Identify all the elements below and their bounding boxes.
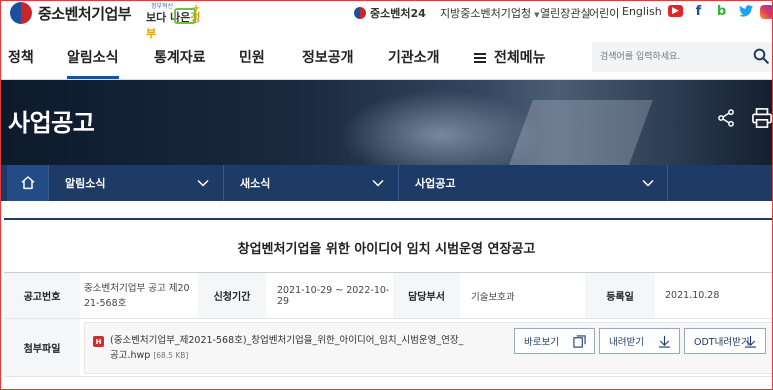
org-name: 중소벤처기업부 <box>38 4 132 23</box>
open-office-link[interactable]: 열린장관실 <box>540 5 591 21</box>
english-link[interactable]: English <box>622 5 662 18</box>
page-title: 사업공고 <box>8 109 95 137</box>
download-icon <box>744 335 757 348</box>
location-depth2-dropdown[interactable]: 새소식 <box>223 165 398 201</box>
region-office-dropdown[interactable]: 지방중소벤처기업청 ▼ <box>440 5 539 21</box>
dept-value: 기술보호과 <box>471 291 515 303</box>
site-logo[interactable]: 중소벤처기업부 <box>10 2 132 24</box>
attachment-file-name[interactable]: (중소벤처기업부_제2021-568호)_창업벤처기업을_위한_아이디어_임치_… <box>110 333 480 363</box>
all-menu-button[interactable]: 전체메뉴 <box>474 47 546 67</box>
page-banner: 사업공고 <box>0 80 773 165</box>
hamburger-icon <box>474 53 486 63</box>
share-icon[interactable] <box>716 108 736 128</box>
search-input[interactable] <box>592 42 742 72</box>
attachment-label: 첨부파일 <box>4 319 80 376</box>
sbiz24-link[interactable]: 중소벤처24 <box>354 5 426 21</box>
notice-no-label: 공고번호 <box>4 273 80 318</box>
download-icon <box>658 335 671 348</box>
twitter-icon[interactable] <box>738 5 753 17</box>
main-navigation: 정책 알림소식 통계자료 민원 정보공개 기관소개 전체메뉴 <box>0 30 773 80</box>
odt-download-button[interactable]: ODT내려받기 <box>684 328 766 354</box>
dept-label: 담당부서 <box>393 273 460 318</box>
reg-date-value: 2021.10.28 <box>665 290 720 301</box>
notice-no-value: 중소벤처기업부 공고 제20 21-568호 <box>84 282 190 309</box>
nav-statistics[interactable]: 통계자료 <box>154 47 206 67</box>
hwp-file-icon: H <box>93 336 104 347</box>
post-title: 창업벤처기업을 위한 아이디어 임치 시범운영 연장공고 <box>237 242 536 257</box>
content-top-divider <box>4 218 773 220</box>
location-bar: 알림소식 새소식 사업공고 <box>0 165 773 201</box>
preview-icon <box>573 335 586 348</box>
info-table-bottom-border <box>4 376 773 377</box>
taegeuk-emblem-icon <box>10 2 32 24</box>
location-depth1-dropdown[interactable]: 알림소식 <box>48 165 223 201</box>
facebook-icon[interactable]: f <box>691 4 706 19</box>
search-icon[interactable] <box>752 47 770 65</box>
chevron-down-icon <box>197 179 209 187</box>
attachment-file-size: [68.5 KB] <box>153 351 189 360</box>
chevron-down-icon <box>372 179 384 187</box>
nav-news[interactable]: 알림소식 <box>67 47 119 79</box>
nav-policy[interactable]: 정책 <box>8 47 34 67</box>
banner-background-image <box>340 90 540 165</box>
home-button[interactable] <box>7 165 48 201</box>
download-button[interactable]: 내려받기 <box>599 328 680 354</box>
instagram-icon[interactable] <box>760 5 773 19</box>
plus-icon: + <box>192 3 201 14</box>
kids-link[interactable]: 어린이 <box>589 5 619 21</box>
nav-info-disclosure[interactable]: 정보공개 <box>302 47 354 67</box>
taegeuk-small-icon <box>354 7 366 19</box>
attachment-box: H (중소벤처기업부_제2021-568호)_창업벤처기업을_위한_아이디어_임… <box>84 322 773 374</box>
home-icon <box>21 176 34 190</box>
search-box <box>592 42 773 72</box>
info-table-divider <box>4 318 773 319</box>
banner-background-document <box>507 100 653 165</box>
nav-about[interactable]: 기관소개 <box>388 47 440 67</box>
caret-down-icon: ▼ <box>534 11 540 19</box>
period-label: 신청기간 <box>198 273 266 318</box>
period-value: 2021-10-29 ~ 2022-10-29 <box>277 284 390 307</box>
gov-innovation-slogan[interactable]: 정부혁신 보다 나은정부 + <box>146 1 202 40</box>
top-header: 중소벤처기업부 정부혁신 보다 나은정부 + 중소벤처24 지방중소벤처기업청 ▼… <box>0 0 773 40</box>
print-icon[interactable] <box>751 108 773 128</box>
youtube-icon[interactable]: ▶ <box>668 5 683 17</box>
preview-button[interactable]: 바로보기 <box>514 328 595 354</box>
reg-date-label: 등록일 <box>585 273 655 318</box>
nav-civil-service[interactable]: 민원 <box>239 47 265 67</box>
blog-icon[interactable]: b <box>714 4 729 19</box>
location-depth3-dropdown[interactable]: 사업공고 <box>398 165 668 201</box>
chevron-down-icon <box>642 179 654 187</box>
